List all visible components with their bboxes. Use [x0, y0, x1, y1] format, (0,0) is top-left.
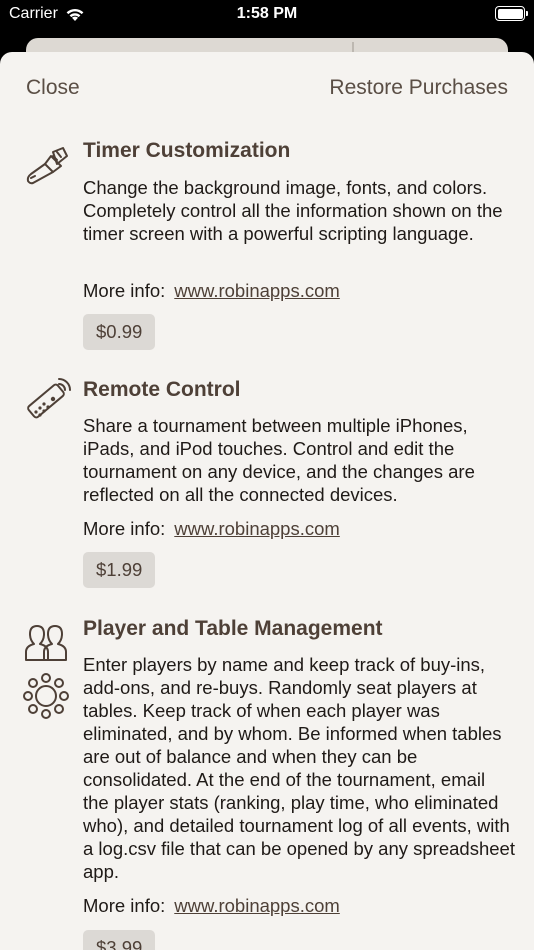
status-bar: Carrier 1:58 PM: [0, 0, 534, 30]
buy-button-timer-customization[interactable]: $0.99: [83, 314, 156, 350]
restore-purchases-button[interactable]: Restore Purchases: [329, 76, 508, 100]
more-info-row: More info: www.robinapps.com: [83, 518, 340, 540]
more-info-link[interactable]: www.robinapps.com: [174, 280, 340, 301]
more-info-link[interactable]: www.robinapps.com: [174, 895, 340, 916]
buy-button-player-table-management[interactable]: $3.99: [83, 930, 156, 950]
paintbrush-icon: [26, 147, 68, 185]
product-description: Change the background image, fonts, and …: [83, 177, 503, 244]
players-table-icon: [23, 625, 69, 719]
close-button[interactable]: Close: [26, 76, 80, 100]
more-info-row: More info: www.robinapps.com: [83, 895, 340, 917]
more-info-row: More info: www.robinapps.com: [83, 280, 340, 302]
status-time: 1:58 PM: [236, 5, 298, 22]
purchase-sheet: Close Restore Purchases Timer Customizat…: [0, 52, 534, 950]
battery-icon: [495, 6, 528, 21]
buy-button-remote-control[interactable]: $1.99: [83, 552, 156, 588]
product-title: Remote Control: [83, 378, 241, 401]
more-info-label: More info:: [83, 895, 166, 916]
product-description: Enter players by name and keep track of …: [83, 654, 515, 882]
more-info-label: More info:: [83, 518, 166, 539]
product-title: Timer Customization: [83, 139, 291, 162]
product-description: Share a tournament between multiple iPho…: [83, 415, 475, 505]
more-info-label: More info:: [83, 280, 166, 301]
remote-control-icon: [27, 378, 71, 419]
status-right: [495, 6, 528, 21]
more-info-link[interactable]: www.robinapps.com: [174, 518, 340, 539]
product-title: Player and Table Management: [83, 617, 383, 640]
sheet-nav: Close Restore Purchases: [0, 52, 534, 124]
